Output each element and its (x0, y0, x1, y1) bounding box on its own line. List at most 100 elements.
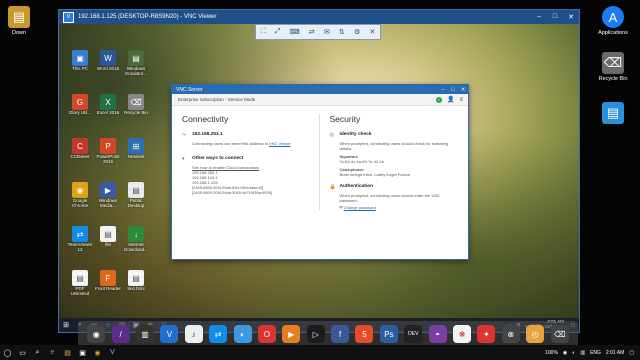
icon-label: text.html (127, 286, 145, 291)
remote-desktop-icon[interactable]: ⊞ Network (119, 138, 153, 160)
file-explorer-icon[interactable]: ▤ (60, 345, 75, 360)
dock-app-icon[interactable]: ⇄ (209, 325, 228, 343)
menu-icon[interactable]: ≡ (459, 97, 463, 103)
dock-app-icon[interactable]: ◓ (428, 325, 447, 343)
auth-text: When prompted, connecting users should e… (339, 193, 440, 203)
notifications-icon[interactable]: ▢ (629, 350, 634, 356)
icon-label: PowerPoint 2016 (96, 154, 120, 164)
host-desktop-icon-folder[interactable]: ▤ (588, 102, 638, 126)
connectivity-panel: Connectivity ⤳ 192.168.253.1 Connecting … (182, 114, 320, 210)
remote-desktop-icon[interactable]: ⌫ Recycle Bin (119, 94, 153, 116)
remote-desktop-icon[interactable]: ▤ text.html (119, 270, 153, 292)
folder-icon: ▤ (602, 102, 624, 124)
dialog-titlebar[interactable]: VNC Server – □ ✕ (172, 85, 468, 94)
auth-title: Authentication (339, 184, 374, 189)
minimize-icon[interactable]: – (531, 13, 547, 21)
app-icon: G (72, 94, 88, 110)
ctrl-alt-del-icon[interactable]: ⌨ (289, 28, 299, 36)
host-taskbar: ◯ ▭ ⌕ e ▤ ▣ ◉ V 100% ◉ ◐ ▥ ENG 2:01 AM ▢ (0, 345, 640, 360)
host-clock[interactable]: 2:01 AM (606, 350, 624, 356)
dock-app-icon[interactable]: ▶ (282, 325, 301, 343)
expand-icon[interactable]: ▾ (182, 156, 188, 162)
shield-icon: ⛨ (339, 205, 343, 210)
edge-icon[interactable]: e (45, 345, 60, 360)
dock-app-icon[interactable]: f (331, 325, 350, 343)
dock-app-icon[interactable]: O (257, 325, 276, 343)
users-icon[interactable]: 👤 (447, 96, 454, 103)
dock-app-icon[interactable]: ◴ (526, 325, 545, 343)
icon-label: Public Desktop (127, 198, 145, 208)
close-icon[interactable]: ✕ (563, 13, 579, 21)
store-icon[interactable]: ▣ (75, 345, 90, 360)
dock-app-icon[interactable]: V (160, 325, 179, 343)
remote-desktop-icon[interactable]: ▤ Windows Emulator... (119, 50, 153, 77)
host-desktop-icon-recycle-bin[interactable]: ⌫ Recycle Bin (588, 52, 638, 82)
chat-icon[interactable]: ✉ (324, 28, 330, 36)
minimize-icon[interactable]: – (438, 87, 448, 93)
icon-label: file (105, 242, 111, 247)
icon-label: Windows Media... (98, 198, 118, 208)
dock-app-icon[interactable]: ◐ (233, 325, 252, 343)
search-icon[interactable]: ⌕ (30, 345, 45, 360)
dock-app-icon[interactable]: / (111, 325, 130, 343)
tray-app-icon[interactable]: ◉ (563, 350, 567, 356)
dock-app-icon[interactable]: ⊗ (501, 325, 520, 343)
dock-app-icon[interactable]: Ps (379, 325, 398, 343)
start-button[interactable]: ⊞ (59, 318, 73, 332)
chrome-icon[interactable]: ◉ (90, 345, 105, 360)
send-keys-icon[interactable]: ⇄ (309, 28, 315, 36)
dock-app-icon[interactable]: 5 (355, 325, 374, 343)
change-password-link[interactable]: Change password (344, 205, 376, 210)
icon-label: TeamViewer 12 (67, 242, 93, 252)
remote-desktop[interactable]: ⛶ ⤢ ⌨ ⇄ ✉ ⇅ ⚙ ✕ ▣ This PC W Word 2016 ▤ Windo… (59, 24, 579, 332)
connectivity-heading: Connectivity (182, 114, 229, 124)
transfer-icon[interactable]: ⇅ (339, 28, 345, 36)
remote-desktop-icon[interactable]: ▤ Public Desktop (119, 182, 153, 209)
app-icon: ◉ (72, 182, 88, 198)
dock: ◉ / ▥ V ♪ ⇄ ◐ O ▶ ▷ f 5 Ps DEV ◓ ❋ ✦ ⊗ ◴… (78, 321, 578, 347)
icon-label: This PC (71, 66, 88, 71)
icon-label: Windows Emulator... (125, 66, 147, 76)
close-icon[interactable]: ✕ (369, 28, 375, 36)
vnc-toolbar: ⛶ ⤢ ⌨ ⇄ ✉ ⇅ ⚙ ✕ (255, 24, 381, 40)
icon-label: Recycle Bin (124, 110, 148, 115)
other-ways-label[interactable]: Other ways to connect (192, 156, 243, 162)
task-view-icon[interactable]: ▭ (15, 345, 30, 360)
language-indicator[interactable]: ENG (590, 350, 601, 356)
start-button[interactable]: ◯ (0, 345, 15, 360)
icon-label: Glary Util... (68, 110, 92, 115)
dock-app-icon[interactable]: ▥ (135, 325, 154, 343)
vnc-viewer-link[interactable]: VNC Viewer (269, 141, 291, 146)
dock-app-icon[interactable]: ◉ (87, 325, 106, 343)
app-icon: ▤ (128, 182, 144, 198)
dock-app-icon[interactable]: ❋ (453, 325, 472, 343)
dock-app-icon[interactable]: DEV (404, 325, 423, 343)
fullscreen-icon[interactable]: ⛶ (261, 28, 266, 36)
tray-app-icon[interactable]: ◐ (572, 350, 575, 356)
dock-app-icon[interactable]: ✦ (477, 325, 496, 343)
scale-icon[interactable]: ⤢ (275, 28, 281, 36)
lock-icon: 🔒 (329, 184, 336, 190)
network-icon[interactable]: ▥ (580, 350, 585, 356)
properties-icon[interactable]: ⚙ (354, 28, 360, 36)
vnc-viewer-taskbar-icon[interactable]: V (105, 345, 120, 360)
dock-app-icon[interactable]: ♪ (184, 325, 203, 343)
icon-label: Network (127, 154, 145, 159)
app-icon: ▶ (100, 182, 116, 198)
host-desktop-icon-down[interactable]: ▤ Down (0, 6, 44, 36)
host-desktop-icon-applications[interactable]: A Applications (588, 6, 638, 36)
dock-app-icon[interactable]: ▷ (306, 325, 325, 343)
close-icon[interactable]: ✕ (458, 87, 468, 93)
remote-desktop-icon[interactable]: ↓ Internet Download... (119, 226, 153, 253)
maximize-icon[interactable]: □ (547, 13, 563, 21)
host-icon-label: Down (11, 30, 27, 36)
vnc-titlebar[interactable]: V 192.168.1.125 (DESKTOP-R8S9N20) - VNC … (59, 10, 579, 24)
dock-app-icon[interactable]: ⌫ (550, 325, 569, 343)
icon-label: CCleaner (70, 154, 90, 159)
zoom-level[interactable]: 100% (545, 350, 558, 356)
host-icon-label: Applications (598, 30, 628, 36)
app-icon: ▤ (128, 270, 144, 286)
app-icon: X (100, 94, 116, 110)
security-panel: Security ◎ Identity check When prompted,… (320, 114, 459, 210)
maximize-icon[interactable]: □ (448, 87, 458, 93)
